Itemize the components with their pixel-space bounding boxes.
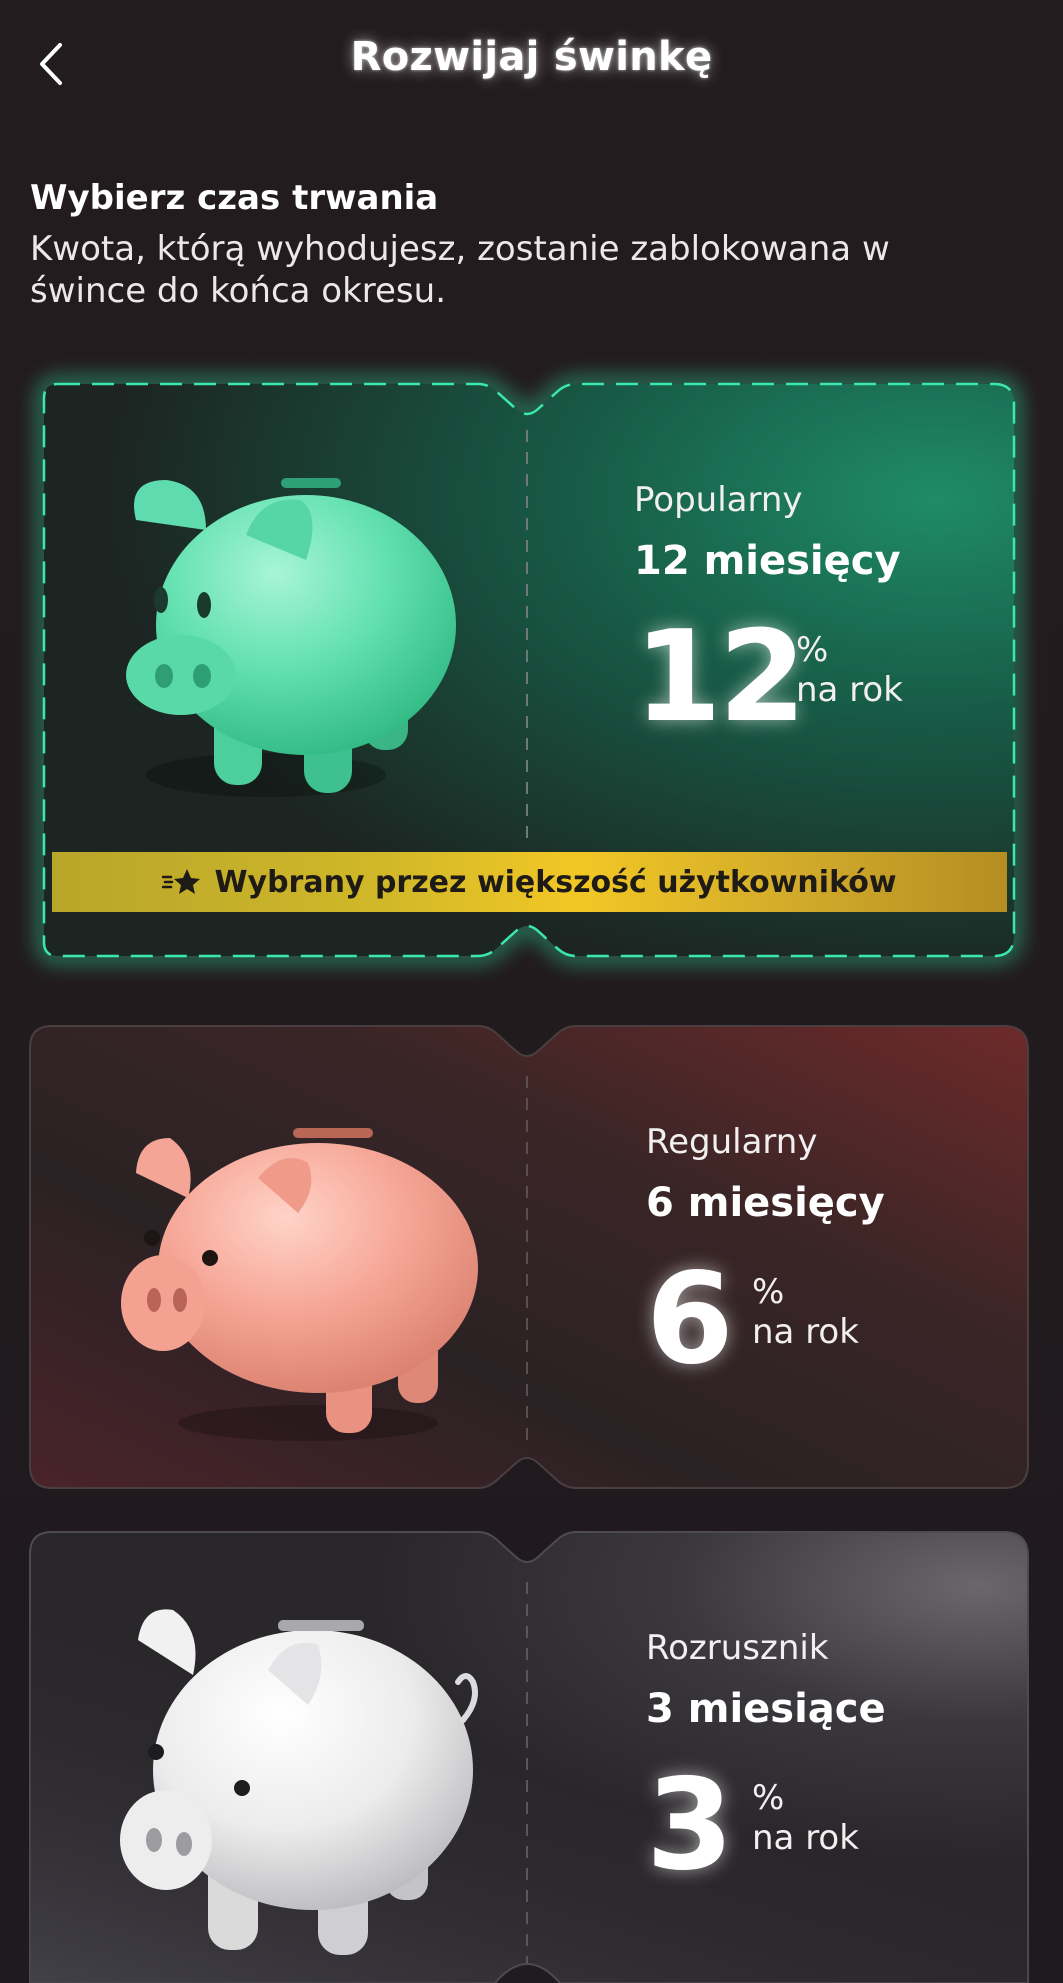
rate-value: 3 <box>646 1751 734 1898</box>
interest-rate: 6 % na rok <box>646 1254 1006 1384</box>
plan-info: Regularny 6 miesięcy 6 % na rok <box>646 1122 1006 1384</box>
piggy-bank-icon <box>126 478 456 797</box>
section-heading: Wybierz czas trwania <box>30 178 439 218</box>
interest-rate: 3 % na rok <box>646 1760 1006 1890</box>
rate-unit: % na rok <box>796 630 903 710</box>
percent-sign: % <box>752 1272 785 1312</box>
page-title: Rozwijaj świnkę <box>350 34 713 80</box>
plan-name: Regularny <box>646 1122 818 1162</box>
description-line-2: śwince do końca okresu. <box>30 271 447 311</box>
percent-sign: % <box>752 1778 785 1818</box>
per-year-label: na rok <box>752 1312 859 1352</box>
plan-duration: 3 miesiące <box>646 1686 886 1732</box>
rate-value: 6 <box>646 1245 734 1392</box>
plan-duration: 12 miesięcy <box>634 538 901 584</box>
percent-sign: % <box>796 630 829 670</box>
star-sparkle-icon <box>162 869 201 894</box>
intro-section: Wybierz czas trwania Kwota, którą wyhodu… <box>30 178 1010 312</box>
plan-info: Popularny 12 miesięcy 12 % na rok <box>634 480 994 742</box>
top-bar: Rozwijaj świnkę <box>0 0 1063 130</box>
rate-unit: % na rok <box>752 1272 859 1352</box>
plan-name: Popularny <box>634 480 803 520</box>
plan-duration: 6 miesięcy <box>646 1180 885 1226</box>
section-description: Kwota, którą wyhodujesz, zostanie zablok… <box>30 228 1010 312</box>
piggy-bank-icon <box>120 1609 478 1955</box>
rate-value: 12 <box>634 603 806 750</box>
plan-name: Rozrusznik <box>646 1628 829 1668</box>
per-year-label: na rok <box>752 1818 859 1858</box>
description-line-1: Kwota, którą wyhodujesz, zostanie zablok… <box>30 229 890 269</box>
piggy-bank-icon <box>121 1128 478 1441</box>
interest-rate: 12 % na rok <box>634 612 994 742</box>
per-year-label: na rok <box>796 670 903 710</box>
popular-badge-text: Wybrany przez większość użytkowników <box>214 864 897 900</box>
popular-badge: Wybrany przez większość użytkowników <box>52 852 1007 912</box>
rate-unit: % na rok <box>752 1778 859 1858</box>
plan-info: Rozrusznik 3 miesiące 3 % na rok <box>646 1628 1006 1890</box>
